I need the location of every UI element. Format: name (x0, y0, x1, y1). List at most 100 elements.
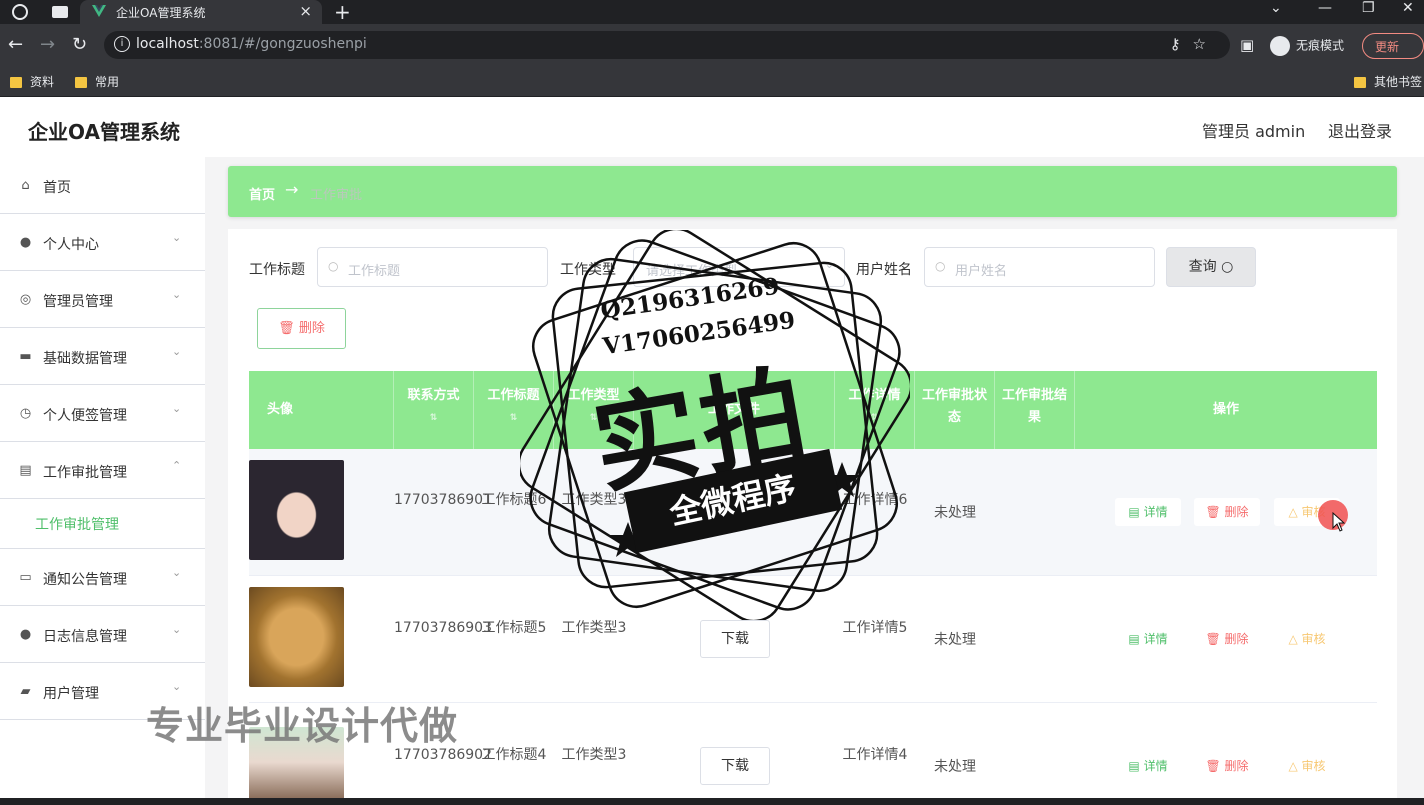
sidebar-subitem-label: 工作审批管理 (35, 517, 119, 533)
col-result[interactable]: 工作审批结果 (995, 371, 1075, 449)
chevron-down-icon: ⌄ (172, 288, 182, 301)
restore-icon[interactable]: ❐ (1362, 0, 1375, 16)
col-actions: 操作 (1075, 371, 1377, 449)
home-icon: ⌂ (21, 178, 30, 193)
col-label: 工作类型 (567, 388, 620, 403)
admin-label: 管理员 admin (1202, 122, 1306, 141)
document-icon: ▤ (1128, 759, 1140, 773)
document-icon: ▤ (1128, 632, 1140, 646)
col-type[interactable]: 工作类型 ⇅ (554, 371, 634, 449)
query-button[interactable]: 查询 ○ (1166, 247, 1256, 287)
sidebar-item-profile[interactable]: ● 个人中心 ⌄ (0, 214, 205, 271)
window-icon[interactable] (52, 6, 68, 18)
bookmark-folder[interactable]: 常用 (75, 73, 119, 90)
detail-button[interactable]: ▤ 详情 (1115, 498, 1181, 526)
avatar (249, 587, 344, 687)
detail-button[interactable]: ▤ 详情 (1115, 752, 1181, 780)
bookmark-folder[interactable]: 资料 (10, 73, 54, 90)
phone-cell: 17703786902 (394, 747, 492, 763)
audit-button[interactable]: △ 审核 (1274, 625, 1340, 653)
detail-button[interactable]: ▤ 详情 (1115, 625, 1181, 653)
col-label: 工作标题 (487, 388, 540, 403)
key-icon[interactable]: ⚷☆ (1170, 35, 1218, 53)
url-text[interactable]: localhost:8081/#/gongzuoshenpi (136, 36, 367, 52)
sort-icon: ⇅ (589, 413, 598, 423)
chevron-up-icon: ⌃ (172, 459, 182, 472)
breadcrumb-home[interactable]: 首页 (249, 184, 275, 203)
site-info-icon[interactable]: i (114, 36, 130, 52)
col-status[interactable]: 工作审批状态 (915, 371, 995, 449)
audit-button[interactable]: △ 审核 (1274, 752, 1340, 780)
new-tab-icon[interactable]: + (334, 0, 351, 24)
folder-icon (75, 77, 87, 88)
trash-icon: 🗑 (1205, 632, 1221, 646)
delete-button[interactable]: 🗑 删除 (1194, 752, 1260, 780)
reload-icon[interactable]: ↻ (72, 34, 87, 55)
table-row[interactable]: 17703786902 工作标题4 工作类型3 下载 工作详情4 未处理 ▤ 详… (249, 703, 1377, 805)
ticket-icon: ▭ (19, 570, 32, 585)
title-search-input[interactable]: ○ 工作标题 (317, 247, 548, 287)
status-cell: 未处理 (934, 632, 976, 648)
forward-icon[interactable]: → (40, 34, 55, 55)
col-phone[interactable]: 联系方式 ⇅ (394, 371, 474, 449)
title-cell: 工作标题6 (481, 492, 547, 508)
sidebar-item-users[interactable]: ▰ 用户管理 ⌄ (0, 663, 205, 720)
col-label: 工作审批结果 (1001, 388, 1067, 425)
app-header: 企业OA管理系统 管理员 admin 退出登录 (0, 97, 1424, 157)
user-search-input[interactable]: ○ 用户姓名 (924, 247, 1155, 287)
browser-tab[interactable]: 企业OA管理系统 × (80, 0, 322, 24)
trash-icon: 🗑 (278, 321, 295, 336)
close-window-icon[interactable]: ✕ (1402, 0, 1414, 16)
tab-search-icon[interactable]: ⌄ (1270, 0, 1282, 16)
sort-icon: ⇅ (870, 413, 879, 423)
table-row[interactable]: 17703786901 工作标题6 工作类型3 工作详情6 未处理 ▤ 详情 🗑… (249, 449, 1377, 576)
document-icon: ▤ (1128, 505, 1140, 519)
sidebar-item-label: 工作审批管理 (43, 465, 127, 481)
compass-icon: ◎ (19, 292, 32, 307)
bell-icon: △ (1288, 759, 1298, 773)
type-select[interactable]: 请选择工作类型 ⌄ (633, 247, 845, 287)
col-label: 工作文件 (707, 402, 760, 417)
user-filter-label: 用户姓名 (856, 262, 912, 278)
logout-link[interactable]: 退出登录 (1328, 118, 1392, 142)
sidebar-item-admins[interactable]: ◎ 管理员管理 ⌄ (0, 271, 205, 328)
title-cell: 工作标题4 (481, 747, 547, 763)
bell-icon: △ (1288, 632, 1298, 646)
tab-close-icon[interactable]: × (299, 2, 312, 20)
trash-icon: 🗑 (1205, 759, 1221, 773)
col-avatar[interactable]: 头像 (249, 371, 394, 449)
download-button[interactable]: 下载 (700, 747, 770, 785)
chevron-down-icon: ⌄ (172, 680, 182, 693)
sidebar-item-basic-data[interactable]: ▬ 基础数据管理 ⌄ (0, 328, 205, 385)
sidebar-item-notices[interactable]: ▭ 通知公告管理 ⌄ (0, 549, 205, 606)
sidebar-item-approval[interactable]: ▤ 工作审批管理 ⌃ (0, 442, 205, 499)
batch-delete-button[interactable]: 🗑 删除 (257, 308, 346, 349)
col-file[interactable]: 工作文件 (634, 371, 835, 449)
col-label: 工作详情 (848, 388, 901, 403)
other-bookmarks[interactable]: 其他书签 (1354, 73, 1422, 90)
sidebar-toggle-icon[interactable]: ▣ (1240, 36, 1254, 54)
type-cell: 工作类型3 (561, 492, 627, 508)
col-title[interactable]: 工作标题 ⇅ (474, 371, 554, 449)
delete-button[interactable]: 🗑 删除 (1194, 498, 1260, 526)
update-button[interactable]: 更新 (1362, 33, 1424, 59)
globe-icon[interactable] (12, 4, 28, 20)
minimize-icon[interactable]: — (1318, 0, 1332, 16)
bookmarks-bar: 资料 常用 其他书签 (0, 66, 1424, 97)
table-row[interactable]: 17703786903 工作标题5 工作类型3 下载 工作详情5 未处理 ▤ 详… (249, 576, 1377, 703)
phone-cell: 17703786903 (394, 620, 492, 636)
sidebar-item-logs[interactable]: ● 日志信息管理 ⌄ (0, 606, 205, 663)
sidebar: ⌂ 首页 ● 个人中心 ⌄ ◎ 管理员管理 ⌄ ▬ 基础数据管理 ⌄ ◷ 个人便… (0, 157, 205, 805)
sidebar-item-home[interactable]: ⌂ 首页 (0, 157, 205, 214)
delete-button[interactable]: 🗑 删除 (1194, 625, 1260, 653)
col-detail[interactable]: 工作详情 ⇅ (835, 371, 915, 449)
sidebar-subitem-approval[interactable]: 工作审批管理 (0, 499, 205, 549)
back-icon[interactable]: ← (8, 34, 23, 55)
taskbar-edge (0, 798, 1424, 805)
chevron-down-icon: ⌄ (172, 623, 182, 636)
download-button[interactable]: 下载 (700, 620, 770, 658)
sidebar-item-notes[interactable]: ◷ 个人便签管理 ⌄ (0, 385, 205, 442)
url-field[interactable]: i localhost:8081/#/gongzuoshenpi ⚷☆ (104, 31, 1230, 59)
status-cell: 未处理 (934, 505, 976, 521)
incognito-indicator[interactable]: 无痕模式 (1270, 36, 1344, 56)
